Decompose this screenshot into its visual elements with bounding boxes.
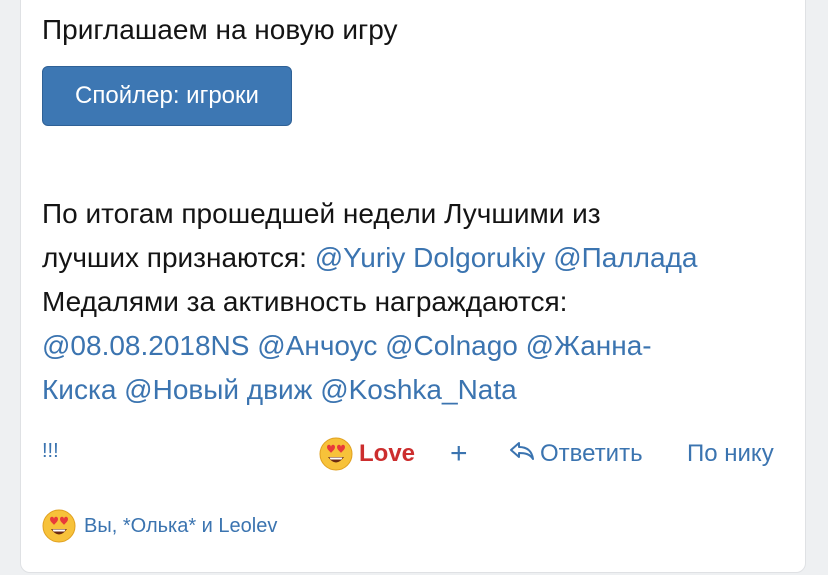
reply-arrow-icon [508, 439, 536, 470]
love-label: Love [359, 440, 416, 467]
mention-link[interactable]: @Паллада [553, 242, 697, 273]
post-intro: Приглашаем на новую игру [42, 14, 398, 45]
reply-button[interactable]: Ответить [508, 436, 643, 472]
post-actions: !!! Love + Ответить По нику [42, 436, 792, 472]
post-line: @08.08.2018NS @Анчоус @Colnago @Жанна- [42, 324, 802, 368]
mention-link[interactable]: @Анчоус [257, 330, 377, 361]
mention-link[interactable]: @Colnago [385, 330, 518, 361]
love-reaction-button[interactable]: Love [319, 436, 415, 472]
reactions-summary-text: Вы, *Олька* и Leolev [84, 514, 278, 537]
mention-link[interactable]: @Жанна- [526, 330, 652, 361]
spoiler-button[interactable]: Спойлер: игроки [42, 66, 292, 126]
post-line: Медалями за активность награждаются: [42, 286, 568, 317]
mention-link[interactable]: @Koshka_Nata [320, 374, 517, 405]
reply-label: Ответить [540, 440, 643, 467]
heart-eyes-emoji-icon [319, 437, 353, 471]
reactions-summary[interactable]: Вы, *Олька* и Leolev [42, 508, 277, 544]
post-body: По итогам прошедшей недели Лучшими из лу… [42, 192, 802, 412]
heart-eyes-emoji-icon [42, 509, 76, 543]
mention-link[interactable]: @Новый движ [124, 374, 312, 405]
trailing-text: !!! [42, 440, 59, 462]
mention-link[interactable]: Киска [42, 374, 116, 405]
post-line: лучших признаются: @Yuriy Dolgorukiy @Па… [42, 236, 802, 280]
mention-link[interactable]: @08.08.2018NS [42, 330, 249, 361]
add-reaction-button[interactable]: + [450, 436, 468, 472]
by-nick-button[interactable]: По нику [687, 436, 774, 472]
post-line: По итогам прошедшей недели Лучшими из [42, 198, 601, 229]
post-text: лучших признаются: [42, 242, 307, 273]
mention-link[interactable]: @Yuriy Dolgorukiy [315, 242, 546, 273]
post-line: Киска @Новый движ @Koshka_Nata [42, 368, 802, 412]
